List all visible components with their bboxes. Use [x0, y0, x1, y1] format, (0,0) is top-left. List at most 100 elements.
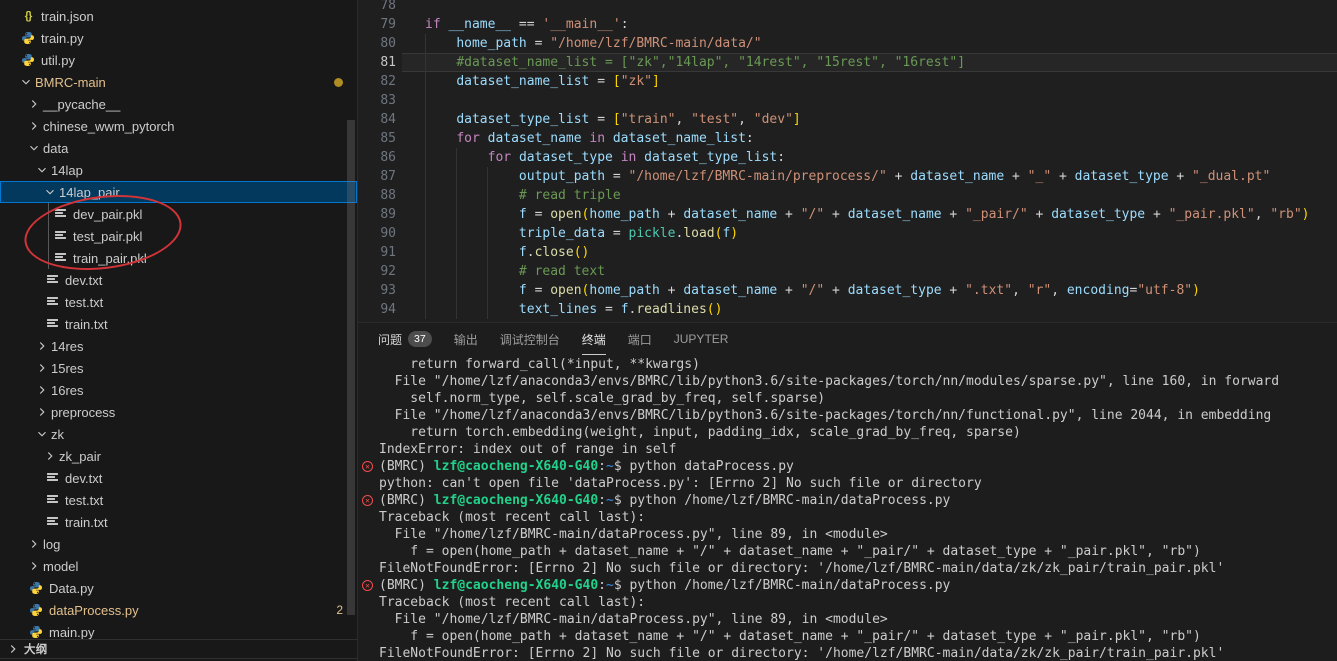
file-label: 16res	[51, 382, 84, 398]
outline-section-header[interactable]: 大纲	[0, 639, 357, 659]
tree-item-data-py[interactable]: Data.py	[0, 577, 357, 599]
code-text: f.close()	[518, 245, 590, 260]
line-number[interactable]: 82	[358, 72, 396, 91]
code-line-80[interactable]: 80 home_path = "/home/lzf/BMRC-main/data…	[358, 34, 1337, 53]
tree-folder-chinese-wwm-pytorch[interactable]: chinese_wwm_pytorch	[0, 115, 357, 137]
code-editor[interactable]: 78 79 if __name__ == '__main__': 80 home_pa…	[358, 0, 1337, 322]
tree-folder-14lap-pair[interactable]: 14lap_pair	[0, 181, 357, 203]
tree-folder-15res[interactable]: 15res	[0, 357, 357, 379]
code-line-83[interactable]: 83	[358, 91, 1337, 110]
code-line-88[interactable]: 88 # read triple	[358, 186, 1337, 205]
file-label: dataProcess.py	[49, 602, 139, 618]
panel-tab-output[interactable]: 输出	[454, 323, 478, 355]
code-line-85[interactable]: 85 for dataset_name in dataset_name_list…	[358, 129, 1337, 148]
code-line-87[interactable]: 87 output_path = "/home/lzf/BMRC-main/pr…	[358, 167, 1337, 186]
panel-tab-label: 终端	[581, 332, 606, 347]
line-number[interactable]: 80	[358, 34, 396, 53]
file-label: log	[43, 536, 61, 552]
tree-item-dev-pair-pkl[interactable]: dev_pair.pkl	[0, 203, 357, 225]
line-number[interactable]: 88	[358, 186, 396, 205]
command-failed-icon: ✕	[362, 580, 373, 591]
file-label: train.py	[41, 30, 84, 46]
tree-item-dev-txt[interactable]: dev.txt	[0, 467, 357, 489]
file-label: data	[43, 140, 69, 156]
tree-folder-bmrc-main[interactable]: BMRC-main	[0, 71, 357, 93]
tree-item-test-pair-pkl[interactable]: test_pair.pkl	[0, 225, 357, 247]
tree-folder-pycache[interactable]: __pycache__	[0, 93, 357, 115]
tree-item-util-py[interactable]: util.py	[0, 49, 357, 71]
code-line-81[interactable]: 81 #dataset_name_list = ["zk","14lap", "…	[358, 53, 1337, 72]
file-label: 15res	[51, 360, 84, 376]
tree-item-train-txt[interactable]: train.txt	[0, 511, 357, 533]
problems-count-badge: 37	[408, 331, 432, 347]
code-line-90[interactable]: 90 triple_data = pickle.load(f)	[358, 224, 1337, 243]
tree-item-train-txt[interactable]: train.txt	[0, 313, 357, 335]
tree-folder-model[interactable]: model	[0, 555, 357, 577]
line-number[interactable]: 92	[358, 262, 396, 281]
panel-tab-debug-console[interactable]: 调试控制台	[500, 323, 560, 355]
code-line-89[interactable]: 89 f = open(home_path + dataset_name + "…	[358, 205, 1337, 224]
tree-folder-14lap[interactable]: 14lap	[0, 159, 357, 181]
code-text: for dataset_name in dataset_name_list:	[456, 131, 754, 146]
chevron-right-icon	[26, 536, 42, 552]
tree-item-train-pair-pkl[interactable]: train_pair.pkl	[0, 247, 357, 269]
terminal-line: Traceback (most recent call last):	[379, 510, 646, 525]
code-text: # read text	[518, 264, 606, 279]
line-number[interactable]: 90	[358, 224, 396, 243]
chevron-right-icon	[34, 338, 50, 354]
line-number[interactable]: 78	[358, 0, 396, 15]
line-number[interactable]: 91	[358, 243, 396, 262]
code-line-84[interactable]: 84 dataset_type_list = ["train", "test",…	[358, 110, 1337, 129]
tree-item-test-txt[interactable]: test.txt	[0, 489, 357, 511]
tree-folder-16res[interactable]: 16res	[0, 379, 357, 401]
file-icon	[45, 317, 59, 331]
code-line-93[interactable]: 93 f = open(home_path + dataset_name + "…	[358, 281, 1337, 300]
code-line-91[interactable]: 91 f.close()	[358, 243, 1337, 262]
command-failed-icon: ✕	[362, 495, 373, 506]
tree-item-dev-txt[interactable]: dev.txt	[0, 269, 357, 291]
code-text: f = open(home_path + dataset_name + "/" …	[518, 207, 1310, 222]
line-number[interactable]: 93	[358, 281, 396, 300]
tree-folder-log[interactable]: log	[0, 533, 357, 555]
modified-dot	[334, 77, 343, 87]
sidebar-scrollbar[interactable]	[347, 120, 355, 615]
tree-folder-14res[interactable]: 14res	[0, 335, 357, 357]
panel-tab-jupyter[interactable]: JUPYTER	[674, 323, 729, 355]
file-label: dev.txt	[65, 470, 103, 486]
line-number[interactable]: 89	[358, 205, 396, 224]
code-line-82[interactable]: 82 dataset_name_list = ["zk"]	[358, 72, 1337, 91]
line-number[interactable]: 81	[358, 53, 396, 72]
chevron-right-icon	[26, 96, 42, 112]
line-number[interactable]: 87	[358, 167, 396, 186]
file-label: model	[43, 558, 79, 574]
tree-folder-zk[interactable]: zk	[0, 423, 357, 445]
code-line-94[interactable]: 94 text_lines = f.readlines()	[358, 300, 1337, 319]
panel-tab-terminal[interactable]: 终端	[581, 323, 606, 355]
file-icon	[45, 273, 59, 287]
file-label: 14lap_pair	[59, 184, 120, 200]
code-line-78[interactable]: 78	[358, 0, 1337, 15]
tree-folder-preprocess[interactable]: preprocess	[0, 401, 357, 423]
line-number[interactable]: 79	[358, 15, 396, 34]
tree-folder-data[interactable]: data	[0, 137, 357, 159]
panel-tab-ports[interactable]: 端口	[628, 323, 652, 355]
tree-item-dataprocess-py[interactable]: dataProcess.py 2	[0, 599, 357, 621]
tree-item-train-py[interactable]: train.py	[0, 27, 357, 49]
terminal-output[interactable]: return forward_call(*input, **kwargs) Fi…	[358, 356, 1337, 661]
code-line-79[interactable]: 79 if __name__ == '__main__':	[358, 15, 1337, 34]
tree-item-train-json[interactable]: {} train.json	[0, 5, 357, 27]
terminal-line: IndexError: index out of range in self	[379, 442, 677, 457]
chevron-down-icon	[42, 184, 58, 200]
code-line-92[interactable]: 92 # read text	[358, 262, 1337, 281]
panel-tab-problems[interactable]: 问题 37	[378, 323, 432, 355]
command-failed-icon: ✕	[362, 461, 373, 472]
line-number[interactable]: 84	[358, 110, 396, 129]
line-number[interactable]: 86	[358, 148, 396, 167]
code-line-86[interactable]: 86 for dataset_type in dataset_type_list…	[358, 148, 1337, 167]
tree-item-test-txt[interactable]: test.txt	[0, 291, 357, 313]
line-number[interactable]: 83	[358, 91, 396, 110]
line-number[interactable]: 94	[358, 300, 396, 319]
line-number[interactable]: 85	[358, 129, 396, 148]
terminal-line: FileNotFoundError: [Errno 2] No such fil…	[379, 646, 1225, 661]
tree-folder-zk-pair[interactable]: zk_pair	[0, 445, 357, 467]
